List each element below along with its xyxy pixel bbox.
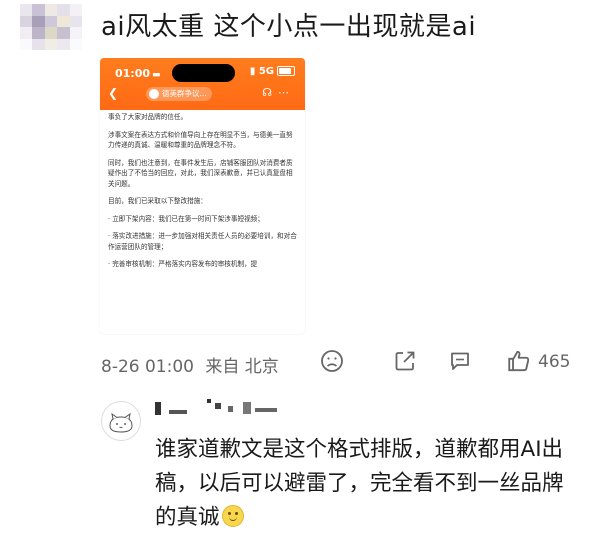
comment-username-redacted[interactable] bbox=[155, 399, 285, 415]
comment-body: 谁家道歉文是这个格式排版，道歉都用AI出稿，以后可以避雷了，完全看不到一丝品牌的… bbox=[155, 437, 564, 530]
paragraph: · 完善审核机制：严格落实内容发布的审核机制，提 bbox=[108, 260, 258, 268]
post-meta: 8-26 01:00 来自 北京 bbox=[101, 352, 279, 377]
share-icon[interactable] bbox=[393, 349, 417, 373]
nav-icons: ☊⋯ bbox=[262, 86, 295, 99]
paragraph: 同时，我们也注意到，在事件发生后，店铺客服团队对消费者质疑作出了不恰当的回应，对… bbox=[108, 158, 293, 188]
status-network: 5G bbox=[258, 66, 274, 77]
paragraph: · 落实改进措施：进一步加强对相关责任人员的必要培训，和对合作运营团队的管理； bbox=[108, 232, 297, 251]
back-icon[interactable]: ❮ bbox=[108, 86, 118, 100]
paragraph: 事负了大家对品牌的信任。 bbox=[108, 113, 188, 121]
post-avatar[interactable] bbox=[20, 4, 82, 50]
status-time: 01:00 ▬ bbox=[115, 67, 161, 80]
headset-icon[interactable]: ☊ bbox=[262, 86, 278, 99]
bed-icon: ▬ bbox=[152, 70, 161, 80]
embedded-screenshot[interactable]: 01:00 ▬ ▮ 5G ❮ 德美群争议... ☊⋯ 事负了大家对品牌的信任。 涉… bbox=[100, 58, 305, 334]
like-count[interactable]: 465 bbox=[538, 352, 570, 372]
post-source: 来自 北京 bbox=[205, 357, 279, 377]
nav-title-pill[interactable]: 德美群争议... bbox=[146, 87, 212, 101]
post-text: ai风太重 这个小点一出现就是ai bbox=[101, 12, 477, 42]
thumbs-up-icon[interactable] bbox=[506, 348, 532, 374]
battery-icon bbox=[277, 66, 295, 76]
frown-icon[interactable] bbox=[320, 349, 344, 373]
paragraph: 目前，我们已采取以下整改措施： bbox=[108, 197, 207, 205]
shop-avatar-icon bbox=[149, 89, 159, 99]
smile-emoji bbox=[221, 505, 244, 527]
comment-avatar[interactable] bbox=[101, 401, 141, 441]
paragraph: · 立即下架内容：我们已在第一时间下架涉事短视频； bbox=[108, 214, 264, 223]
status-indicators: ▮ 5G bbox=[250, 66, 295, 77]
dynamic-island bbox=[172, 64, 235, 82]
cat-avatar-icon bbox=[109, 412, 133, 433]
nav-title: 德美群争议... bbox=[162, 89, 207, 98]
signal-icon: ▮ bbox=[249, 66, 256, 77]
screenshot-body: 事负了大家对品牌的信任。 涉事文案在表达方式和价值导向上存在明显不当，与德美一直… bbox=[108, 112, 298, 277]
post-timestamp: 8-26 01:00 bbox=[101, 357, 194, 377]
paragraph: 涉事文案在表达方式和价值导向上存在明显不当，与德美一直努力传递的真诚、温暖和尊重… bbox=[108, 130, 293, 150]
comment-text: 谁家道歉文是这个格式排版，道歉都用AI出稿，以后可以避雷了，完全看不到一丝品牌的… bbox=[155, 433, 570, 535]
screenshot-header: 01:00 ▬ ▮ 5G ❮ 德美群争议... ☊⋯ bbox=[100, 58, 305, 110]
comment-icon[interactable] bbox=[448, 349, 472, 373]
more-icon[interactable]: ⋯ bbox=[278, 86, 295, 99]
